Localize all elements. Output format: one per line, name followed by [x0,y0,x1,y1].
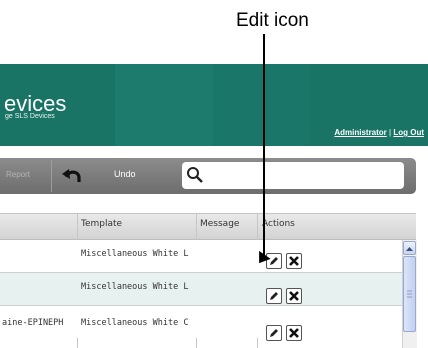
user-links: Administrator | Log Out [334,128,424,137]
logout-link[interactable]: Log Out [393,128,424,137]
header-panel [213,64,309,146]
page-subtitle: ge SLS Devices [5,113,55,120]
toolbar-divider [51,160,52,192]
callout-label: Edit icon [236,10,309,31]
user-link[interactable]: Administrator [334,128,386,137]
column-header-message[interactable]: Message [200,219,239,229]
report-button[interactable]: Report [6,170,30,179]
cell-template: Miscellaneous White L [81,282,189,292]
scroll-up-icon[interactable] [403,241,416,255]
cell-template: Miscellaneous White C [81,318,189,328]
user-links-separator: | [389,128,392,137]
cell-template: Miscellaneous White L [81,249,189,259]
table-row[interactable]: Miscellaneous White L [0,240,402,273]
column-header-actions: Actions [262,219,295,229]
edit-icon[interactable] [266,288,282,304]
scrollbar-thumb[interactable] [403,256,416,332]
edit-icon[interactable] [266,325,282,341]
undo-icon[interactable] [60,165,84,187]
search-icon [187,167,203,183]
delete-icon[interactable] [286,253,302,269]
undo-button[interactable]: Undo [114,169,136,179]
table-row[interactable]: Miscellaneous White L [0,273,402,306]
search-input[interactable] [182,162,404,189]
column-header-template[interactable]: Template [81,219,122,229]
delete-icon[interactable] [286,325,302,341]
delete-icon[interactable] [286,288,302,304]
callout-line [263,34,265,260]
header-panel [115,64,213,146]
table-row[interactable]: aine-EPINEPH Miscellaneous White C [0,306,402,341]
cell-name: aine-EPINEPH [2,318,64,328]
